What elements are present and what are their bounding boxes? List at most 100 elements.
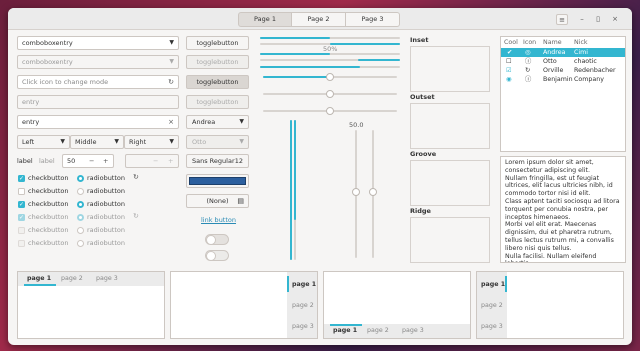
combobox-entry-2: comboboxentry ▼	[17, 55, 179, 69]
row-name: Andrea	[543, 49, 566, 56]
align-right-combo[interactable]: Right ▼	[124, 135, 179, 149]
notebook-tab-page-2[interactable]: page 2	[367, 327, 389, 334]
align-left-combo[interactable]: Left ▼	[17, 135, 70, 149]
checkbox[interactable]: ✓	[18, 175, 25, 182]
clear-icon[interactable]: ×	[168, 116, 174, 128]
spin-value: 50	[67, 157, 76, 165]
minus-icon[interactable]: −	[89, 155, 94, 167]
vscale-4-knob[interactable]	[369, 188, 377, 196]
combo-andrea[interactable]: Andrea ▼	[186, 115, 249, 129]
check-icon[interactable]: ✔	[507, 48, 512, 57]
checkbutton-label: checkbutton	[28, 239, 69, 247]
text-line: Morbi vel elit erat. Maecenas	[505, 221, 597, 229]
checkbox	[18, 227, 25, 234]
spin-button[interactable]: 50 − +	[62, 154, 114, 168]
font-button[interactable]: Sans Regular 12	[186, 154, 249, 168]
font-size: 12	[234, 157, 243, 165]
minimize-button[interactable]: –	[576, 14, 588, 25]
text-line: tellus lectus rutrum mi, a convallis	[505, 236, 614, 244]
spinner-icon: ↻	[133, 212, 139, 220]
file-chooser-button[interactable]: (None) ▤	[186, 194, 249, 208]
entry-clearable[interactable]: entry ×	[17, 115, 179, 129]
scale-1-knob[interactable]	[326, 73, 334, 81]
tree-row[interactable]: ☑ ↻ Orville Redenbacher	[501, 66, 625, 75]
spin-button-disabled: − +	[125, 154, 179, 168]
chevron-down-icon: ▼	[60, 138, 65, 145]
checkbox[interactable]: ✓	[18, 201, 25, 208]
close-button[interactable]: ×	[609, 14, 621, 25]
maximize-button[interactable]: ▯	[592, 14, 604, 25]
plus-icon[interactable]: +	[103, 155, 108, 167]
notebook-tab-page-1[interactable]: page 1	[333, 327, 357, 334]
minus-icon: −	[153, 157, 159, 165]
row-nick: Cimi	[574, 49, 589, 56]
tab-page-2[interactable]: Page 2	[292, 12, 346, 27]
text-line: commodo tortor nisi id elit.	[505, 190, 591, 198]
header-cool[interactable]: Cool	[504, 38, 518, 47]
switch-off[interactable]	[205, 234, 229, 245]
notebook-tab-page-2[interactable]: page 2	[292, 302, 314, 309]
notebook-tab-page-3[interactable]: page 3	[481, 323, 503, 330]
hamburger-icon[interactable]: ≡	[556, 14, 568, 25]
stack-switcher: Page 1 Page 2 Page 3	[238, 12, 400, 27]
notebook-tab-page-1[interactable]: page 1	[27, 275, 51, 282]
plus-icon: +	[168, 157, 174, 165]
refresh-icon[interactable]: ↻	[168, 76, 174, 88]
scale-value-label: 50.0	[349, 121, 364, 129]
scale-3-knob[interactable]	[326, 107, 334, 115]
radio-button[interactable]	[77, 175, 84, 182]
radio-on-icon[interactable]: ◉	[506, 75, 512, 84]
align-middle-combo[interactable]: Middle ▼	[70, 135, 124, 149]
text-view[interactable]: Lorem ipsum dolor sit amet, consectetur a…	[500, 156, 626, 263]
color-button[interactable]	[186, 174, 249, 188]
notebook-tab-page-2[interactable]: page 2	[61, 275, 83, 282]
scale-1-fill	[263, 76, 330, 78]
tab-page-3[interactable]: Page 3	[346, 12, 400, 27]
checkbox[interactable]	[18, 188, 25, 195]
notebook-tab-page-3[interactable]: page 3	[292, 323, 314, 330]
tree-row[interactable]: ✔ ◎ Andrea Cimi	[501, 48, 625, 57]
header-name[interactable]: Name	[543, 38, 562, 47]
spinner-icon: ↻	[525, 67, 531, 74]
notebook-tab-page-2[interactable]: page 2	[481, 302, 503, 309]
entry-disabled-text: entry	[22, 98, 40, 106]
switch-disabled	[205, 250, 229, 261]
progress-bar-1-fill	[260, 37, 330, 39]
progress-bar-4-fill	[358, 59, 400, 61]
emblem-ok-icon: ◎	[525, 49, 531, 56]
radio-button[interactable]	[77, 188, 84, 195]
tab-page-1[interactable]: Page 1	[238, 12, 292, 27]
combo-andrea-label: Andrea	[192, 118, 216, 126]
tree-view[interactable]: Cool Icon Name Nick ✔ ◎ Andrea Cimi ☐ ⓘ …	[500, 36, 626, 152]
notebook-tab-page-1[interactable]: page 1	[292, 281, 316, 288]
align-left-label: Left	[22, 138, 35, 146]
checkbox: ✓	[18, 214, 25, 221]
tree-row[interactable]: ◉ ⓘ Benjamin Company	[501, 75, 625, 84]
frame-ridge	[410, 217, 490, 263]
checked-box-icon[interactable]: ☑	[506, 66, 512, 75]
toggle-button-1[interactable]: togglebutton	[186, 36, 249, 50]
vscale-3-knob[interactable]	[352, 188, 360, 196]
checkbutton-label: checkbutton	[28, 200, 69, 208]
checkbutton-label: checkbutton	[28, 187, 69, 195]
tree-row[interactable]: ☐ ⓘ Otto chaotic	[501, 57, 625, 66]
header-icon[interactable]: Icon	[523, 38, 536, 47]
scale-2-knob[interactable]	[326, 90, 334, 98]
align-middle-label: Middle	[75, 138, 97, 146]
unchecked-box-icon[interactable]: ☐	[506, 57, 512, 66]
chevron-down-icon[interactable]: ▼	[169, 37, 174, 49]
notebook-tab-page-3[interactable]: page 3	[402, 327, 424, 334]
header-nick[interactable]: Nick	[574, 38, 588, 47]
notebook-tab-page-3[interactable]: page 3	[96, 275, 118, 282]
icon-entry[interactable]: Click icon to change mode ↻	[17, 75, 179, 89]
entry-text: entry	[22, 118, 40, 126]
combobox-entry-1[interactable]: comboboxentry ▼	[17, 36, 179, 50]
spinner-icon: ↻	[133, 173, 139, 181]
toggle-button-3[interactable]: togglebutton	[186, 75, 249, 89]
link-button[interactable]: link button	[201, 216, 236, 224]
notebook-tab-page-1[interactable]: page 1	[481, 281, 505, 288]
checkbox	[18, 240, 25, 247]
switch-thumb	[206, 235, 216, 245]
row-nick: Redenbacher	[574, 67, 616, 74]
radio-button[interactable]	[77, 201, 84, 208]
